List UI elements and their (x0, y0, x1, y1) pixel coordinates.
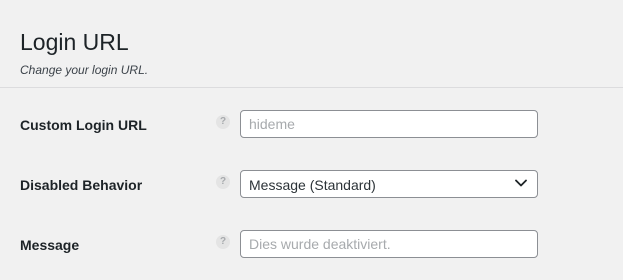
disabled-behavior-selected-value: Message (Standard) (249, 177, 376, 193)
custom-login-url-row: Custom Login URL ? (0, 110, 623, 140)
settings-section: Login URL Change your login URL. Custom … (0, 0, 623, 280)
chevron-down-icon (515, 179, 527, 187)
disabled-behavior-label: Disabled Behavior (20, 177, 143, 193)
section-description: Change your login URL. (20, 63, 149, 77)
disabled-behavior-select[interactable]: Message (Standard) (240, 170, 538, 198)
help-icon[interactable]: ? (216, 175, 230, 189)
disabled-behavior-row: Disabled Behavior ? Message (Standard) (0, 170, 623, 200)
custom-login-url-input[interactable] (240, 110, 538, 138)
custom-login-url-label: Custom Login URL (20, 117, 147, 133)
message-label: Message (20, 237, 80, 253)
section-title: Login URL (20, 29, 129, 55)
message-input[interactable] (240, 230, 538, 258)
section-divider (0, 87, 623, 88)
message-row: Message ? (0, 230, 623, 260)
help-icon[interactable]: ? (216, 235, 230, 249)
help-icon[interactable]: ? (216, 115, 230, 129)
